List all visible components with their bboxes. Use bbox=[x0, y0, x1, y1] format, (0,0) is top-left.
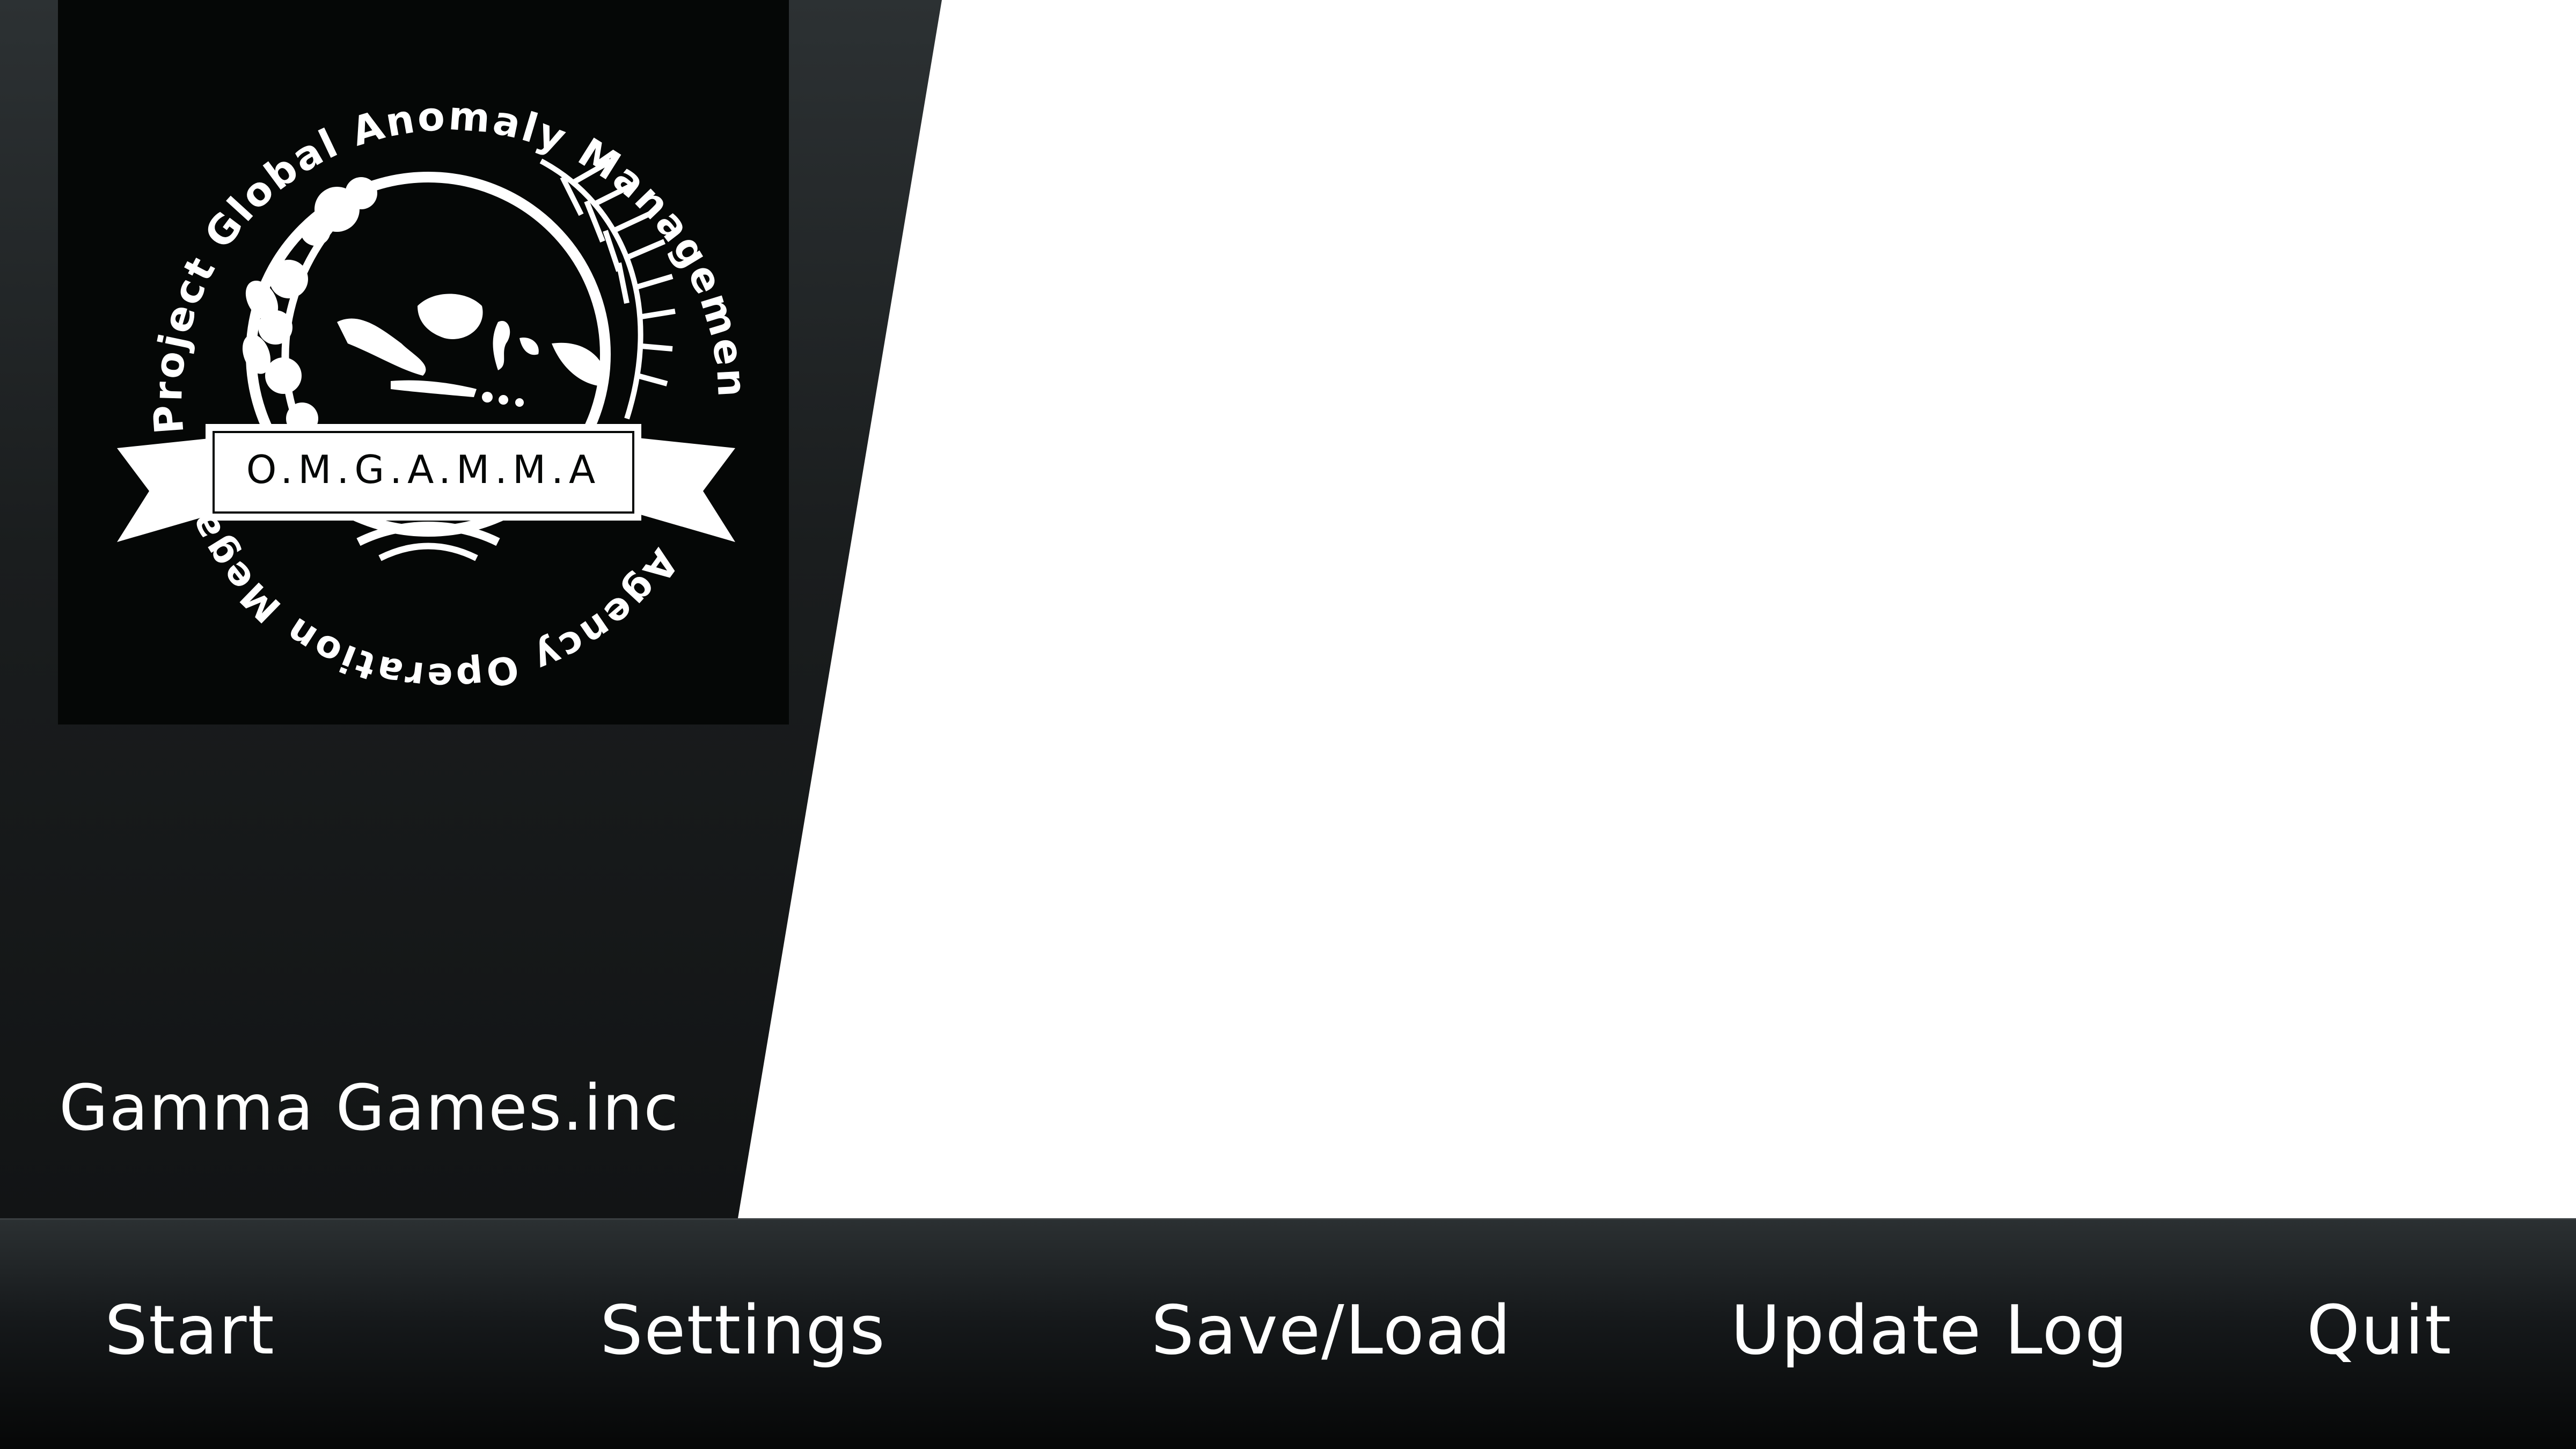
start-button[interactable]: Start bbox=[105, 1290, 275, 1371]
title-screen: Project Global Anomaly Management and Mi… bbox=[0, 0, 2576, 1449]
omgamma-emblem-icon: Project Global Anomaly Management and Mi… bbox=[58, 0, 755, 699]
settings-button[interactable]: Settings bbox=[600, 1290, 886, 1371]
save-load-button[interactable]: Save/Load bbox=[1151, 1290, 1512, 1371]
logo-banner-text: O.M.G.A.M.M.A bbox=[246, 447, 601, 492]
quit-button[interactable]: Quit bbox=[2307, 1290, 2452, 1371]
svg-text:Project Global Anomaly Managem: Project Global Anomaly Management and Mi… bbox=[58, 0, 755, 436]
main-menu-bar: Start Settings Save/Load Update Log Quit bbox=[0, 1218, 2576, 1449]
update-log-button[interactable]: Update Log bbox=[1731, 1290, 2128, 1371]
studio-name: Gamma Games.inc bbox=[59, 1071, 680, 1145]
omgamma-logo: Project Global Anomaly Management and Mi… bbox=[58, 0, 789, 724]
